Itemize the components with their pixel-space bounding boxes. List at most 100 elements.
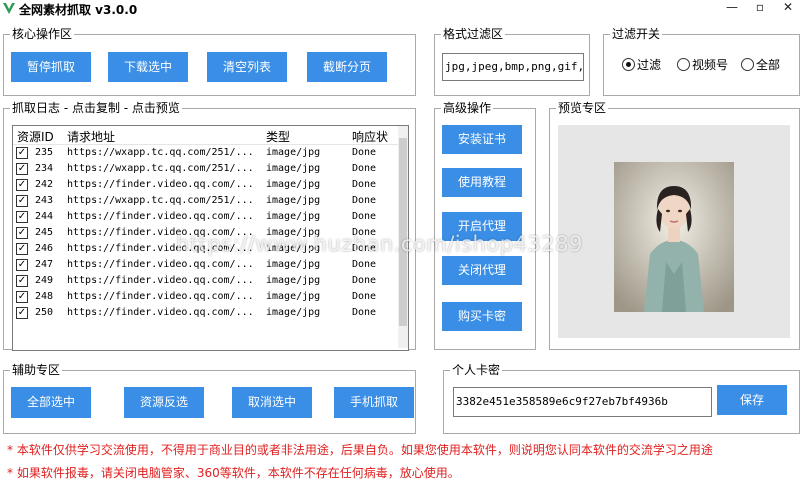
table-row[interactable]: ✓ 242 https://finder.video.qq.com/... image… xyxy=(13,177,403,193)
watermark-text: https://www.huzhan.com/ishop43289 xyxy=(176,232,583,256)
cell-status: Done xyxy=(352,147,377,158)
cell-url: https://finder.video.qq.com/... xyxy=(67,259,254,270)
cell-type: image/jpg xyxy=(266,147,321,158)
table-row[interactable]: ✓ 244 https://finder.video.qq.com/... image… xyxy=(13,209,403,225)
minimize-button[interactable]: — xyxy=(720,0,744,16)
cell-url: https://finder.video.qq.com/... xyxy=(67,291,254,302)
cell-status: Done xyxy=(352,211,377,222)
row-checkbox[interactable]: ✓ xyxy=(16,163,28,175)
cell-status: Done xyxy=(352,307,377,318)
radio-channels[interactable] xyxy=(677,58,690,71)
disclaimer-note: * 本软件仅供学习交流使用，不得用于商业目的或者非法用途，后果自负。如果您使用本… xyxy=(7,443,713,457)
format-filter-input[interactable]: jpg,jpeg,bmp,png,gif,mp xyxy=(442,53,584,81)
radio-channels-label: 视频号 xyxy=(692,58,729,72)
cell-id: 244 xyxy=(35,211,54,222)
download-selected-button[interactable]: 下载选中 xyxy=(108,52,188,82)
radio-filter-label: 过滤 xyxy=(637,58,662,72)
cell-id: 247 xyxy=(35,259,54,270)
row-checkbox[interactable]: ✓ xyxy=(16,211,28,223)
format-filter-group: 格式过滤区 jpg,jpeg,bmp,png,gif,mp xyxy=(434,27,590,96)
advanced-operations-group: 高级操作 安装证书 使用教程 开启代理 关闭代理 购买卡密 xyxy=(434,101,536,350)
cell-id: 249 xyxy=(35,275,54,286)
format-filter-title: 格式过滤区 xyxy=(441,27,506,41)
card-key-title: 个人卡密 xyxy=(450,363,503,377)
disable-proxy-button[interactable]: 关闭代理 xyxy=(442,256,522,285)
clear-list-button[interactable]: 清空列表 xyxy=(207,52,287,82)
deselect-button[interactable]: 取消选中 xyxy=(232,387,312,418)
row-checkbox[interactable]: ✓ xyxy=(16,195,28,207)
table-row[interactable]: ✓ 243 https://wxapp.tc.qq.com/251/... image… xyxy=(13,193,403,209)
row-checkbox[interactable]: ✓ xyxy=(16,227,28,239)
radio-all-label: 全部 xyxy=(756,58,781,72)
cell-url: https://wxapp.tc.qq.com/251/... xyxy=(67,195,254,206)
filter-switch-title: 过滤开关 xyxy=(610,27,663,41)
column-header-url[interactable]: 请求地址 xyxy=(67,128,115,145)
buy-card-key-button[interactable]: 购买卡密 xyxy=(442,302,522,331)
cell-type: image/jpg xyxy=(266,163,321,174)
cell-id: 250 xyxy=(35,307,54,318)
cell-status: Done xyxy=(352,259,377,270)
row-checkbox[interactable]: ✓ xyxy=(16,259,28,271)
tutorial-button[interactable]: 使用教程 xyxy=(442,168,522,197)
table-row[interactable]: ✓ 247 https://finder.video.qq.com/... image… xyxy=(13,257,403,273)
close-button[interactable]: ✕ xyxy=(776,0,800,16)
table-row[interactable]: ✓ 250 https://finder.video.qq.com/... image… xyxy=(13,305,403,321)
cell-url: https://finder.video.qq.com/... xyxy=(67,307,254,318)
cell-status: Done xyxy=(352,195,377,206)
select-all-button[interactable]: 全部选中 xyxy=(11,387,91,418)
save-button[interactable]: 保存 xyxy=(717,385,787,415)
pause-capture-button[interactable]: 暂停抓取 xyxy=(11,52,91,82)
invert-selection-button[interactable]: 资源反选 xyxy=(124,387,204,418)
cell-id: 235 xyxy=(35,147,54,158)
table-row[interactable]: ✓ 235 https://wxapp.tc.qq.com/251/... image… xyxy=(13,145,403,161)
table-row[interactable]: ✓ 249 https://finder.video.qq.com/... image… xyxy=(13,273,403,289)
filter-switch-group: 过滤开关 过滤 视频号 全部 xyxy=(603,27,800,96)
card-key-input[interactable]: 3382e451e358589e6c9f27eb7bf4936b xyxy=(453,387,712,417)
core-operations-group: 核心操作区 暂停抓取 下载选中 清空列表 截断分页 xyxy=(3,27,416,96)
antivirus-note: * 如果软件报毒，请关闭电脑管家、360等软件，本软件不存在任何病毒，放心使用。 xyxy=(7,466,460,480)
cell-id: 234 xyxy=(35,163,54,174)
cell-type: image/jpg xyxy=(266,179,321,190)
cell-type: image/jpg xyxy=(266,259,321,270)
row-checkbox[interactable]: ✓ xyxy=(16,179,28,191)
cell-id: 245 xyxy=(35,227,54,238)
core-operations-title: 核心操作区 xyxy=(10,27,75,41)
radio-all[interactable] xyxy=(741,58,754,71)
advanced-operations-title: 高级操作 xyxy=(441,101,494,115)
cell-id: 246 xyxy=(35,243,54,254)
row-checkbox[interactable]: ✓ xyxy=(16,291,28,303)
capture-log-group: 抓取日志 - 点击复制 - 点击预览 资源ID 请求地址 类型 响应状 ✓ 235… xyxy=(3,101,416,351)
preview-pane xyxy=(558,125,790,338)
cell-type: image/jpg xyxy=(266,211,321,222)
app-logo-icon xyxy=(3,3,15,14)
cell-type: image/jpg xyxy=(266,195,321,206)
row-checkbox[interactable]: ✓ xyxy=(16,307,28,319)
capture-log-title: 抓取日志 - 点击复制 - 点击预览 xyxy=(10,101,182,115)
table-row[interactable]: ✓ 248 https://finder.video.qq.com/... image… xyxy=(13,289,403,305)
column-header-status[interactable]: 响应状 xyxy=(352,128,388,145)
cell-url: https://finder.video.qq.com/... xyxy=(67,211,254,222)
cell-url: https://finder.video.qq.com/... xyxy=(67,275,254,286)
row-checkbox[interactable]: ✓ xyxy=(16,243,28,255)
preview-image[interactable] xyxy=(614,162,734,312)
cell-url: https://wxapp.tc.qq.com/251/... xyxy=(67,147,254,158)
table-header: 资源ID 请求地址 类型 响应状 xyxy=(13,126,408,145)
cell-type: image/jpg xyxy=(266,307,321,318)
install-certificate-button[interactable]: 安装证书 xyxy=(442,125,522,154)
table-row[interactable]: ✓ 234 https://wxapp.tc.qq.com/251/... image… xyxy=(13,161,403,177)
cell-id: 242 xyxy=(35,179,54,190)
maximize-button[interactable]: ▫ xyxy=(748,0,772,16)
cell-status: Done xyxy=(352,275,377,286)
mobile-capture-button[interactable]: 手机抓取 xyxy=(334,387,414,418)
cell-status: Done xyxy=(352,179,377,190)
radio-filter-on[interactable] xyxy=(622,58,635,71)
cell-status: Done xyxy=(352,291,377,302)
cell-id: 243 xyxy=(35,195,54,206)
truncate-paging-button[interactable]: 截断分页 xyxy=(307,52,387,82)
column-header-id[interactable]: 资源ID xyxy=(17,128,54,145)
row-checkbox[interactable]: ✓ xyxy=(16,147,28,159)
column-header-type[interactable]: 类型 xyxy=(266,128,290,145)
auxiliary-title: 辅助专区 xyxy=(10,363,63,377)
row-checkbox[interactable]: ✓ xyxy=(16,275,28,287)
cell-type: image/jpg xyxy=(266,275,321,286)
